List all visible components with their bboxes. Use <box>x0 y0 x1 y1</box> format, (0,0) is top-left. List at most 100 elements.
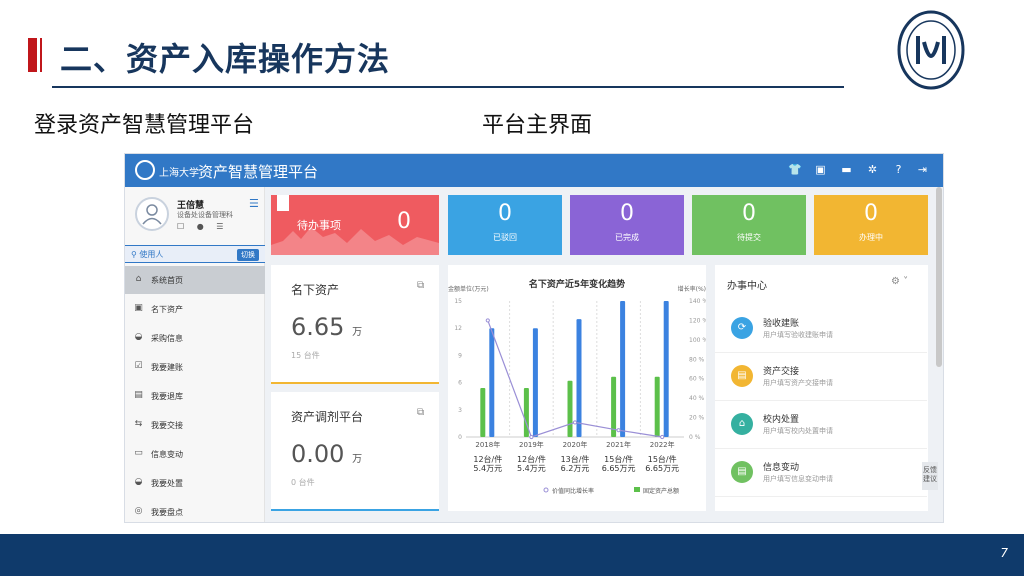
data-label: 5.4万元 <box>473 464 502 473</box>
x-tick-label: 2022年 <box>650 440 675 449</box>
bug-icon[interactable]: ✲ <box>866 163 879 176</box>
settings-dropdown-icon[interactable]: ⚙ ˅ <box>891 276 908 287</box>
stat-completed[interactable]: 0 已完成 <box>570 195 684 255</box>
bar-count <box>620 301 626 437</box>
y-left-tick: 12 <box>454 325 462 332</box>
transfer-value: 0.00 万 <box>291 440 363 468</box>
y-left-tick: 15 <box>454 298 462 305</box>
avatar[interactable] <box>135 197 169 231</box>
external-link-icon[interactable]: ⧉ <box>417 407 424 418</box>
handle-item-handover[interactable]: ▤ 资产交接 用户填写资产交接申请 <box>715 355 927 401</box>
menu-toggle-icon[interactable]: ☰ <box>249 197 259 210</box>
user-action-icons[interactable]: ☐ ● ☰ <box>177 222 228 231</box>
handover-icon: ⇆ <box>134 419 143 429</box>
asset-trend-chart: 名下资产近5年变化趋势金额单位(万元) 增长率(%) 0 3 6 9 12 15 0 % 20 %… <box>448 278 708 495</box>
chart-y-left-label: 金额单位(万元) <box>448 285 489 293</box>
box-icon[interactable]: ▣ <box>814 163 827 176</box>
legend-total: 固定资产总额 <box>643 487 679 495</box>
legend-line-marker <box>543 487 549 493</box>
y-right-tick: 20 % <box>689 415 705 422</box>
title-accent-bar <box>28 38 44 72</box>
sidebar-item-my-assets[interactable]: ▣ 名下资产 <box>125 295 265 323</box>
y-right-tick: 0 % <box>689 434 701 441</box>
todo-label: 待办事项 <box>297 219 341 232</box>
x-tick-label: 2019年 <box>519 440 544 449</box>
transfer-count: 0 台件 <box>291 478 315 487</box>
bar-total <box>654 376 660 437</box>
checkbox-icon: ☑ <box>134 361 143 371</box>
role-row: ⚲ 使用人 切换 <box>125 245 265 263</box>
inventory-icon: ◎ <box>134 506 143 516</box>
handle-item-disposal[interactable]: ⌂ 校内处置 用户填写校内处置申请 <box>715 403 927 449</box>
legend-growth: 价值同比增长率 <box>552 487 594 495</box>
slide-title: 二、资产入库操作方法 <box>60 40 391 78</box>
title-divider <box>52 86 844 88</box>
y-left-tick: 3 <box>458 407 462 414</box>
my-assets-value: 6.65 万 <box>291 313 363 341</box>
subtitle-login: 登录资产智慧管理平台 <box>34 113 255 138</box>
sidebar-item-handover[interactable]: ⇆ 我要交接 <box>125 411 265 439</box>
shirt-icon[interactable]: 👕 <box>788 163 802 176</box>
my-assets-panel: 名下资产 ⧉ 6.65 万 15 台件 <box>271 265 439 384</box>
app-logo-icon <box>135 160 155 180</box>
my-assets-title: 名下资产 <box>291 283 340 297</box>
help-icon[interactable]: ? <box>892 163 905 176</box>
sidebar-item-inventory[interactable]: ◎ 我要盘点 <box>125 498 265 522</box>
y-left-tick: 9 <box>458 352 462 359</box>
growth-line <box>487 320 663 438</box>
purchase-icon: ◒ <box>134 332 143 342</box>
subtitle-main-interface: 平台主界面 <box>482 113 593 138</box>
growth-point <box>572 420 578 425</box>
shanghai-university-logo <box>897 10 965 90</box>
stat-in-progress[interactable]: 0 办理中 <box>814 195 928 255</box>
role-switch-button[interactable]: 切换 <box>237 249 259 261</box>
stat-rejected[interactable]: 0 已驳回 <box>448 195 562 255</box>
app-screenshot: 上海大学 资产智慧管理平台 👕 ▣ ▬ ✲ ? ⇥ 王倍慧 设备处设备管理科 ☐… <box>124 153 944 523</box>
home-icon: ⌂ <box>135 274 142 284</box>
stat-pending-submit[interactable]: 0 待提交 <box>692 195 806 255</box>
data-label: 6.65万元 <box>602 464 636 473</box>
x-tick-label: 2020年 <box>563 440 588 449</box>
info-change-icon: ▤ <box>731 461 753 483</box>
sidebar: 王倍慧 设备处设备管理科 ☐ ● ☰ ☰ ⚲ 使用人 切换 ⌂ 系统首页 ▣ 名下资… <box>125 187 265 522</box>
handle-item-acceptance[interactable]: ⟳ 验收建账 用户填写验收建账申请 <box>715 307 927 353</box>
sidebar-item-return[interactable]: ▤ 我要退库 <box>125 382 265 410</box>
acceptance-icon: ⟳ <box>731 317 753 339</box>
app-title: 资产智慧管理平台 <box>198 163 319 181</box>
transfer-platform-panel: 资产调剂平台 ⧉ 0.00 万 0 台件 <box>271 392 439 511</box>
logout-icon[interactable]: ⇥ <box>916 163 929 176</box>
sidebar-item-home[interactable]: ⌂ 系统首页 <box>125 266 265 294</box>
data-label: 15台/件 <box>648 454 677 464</box>
growth-point <box>485 318 490 323</box>
asset-trend-chart-panel: 名下资产近5年变化趋势 金额单位(万元) 增长率(%) 0 3 6 9 12 15 0 % 20 %… <box>448 265 708 511</box>
bar-count <box>576 319 582 437</box>
todo-card[interactable]: 待办事项 0 <box>271 195 439 255</box>
app-brand: 上海大学 <box>159 168 199 179</box>
slide-footer: 7 <box>0 534 1024 576</box>
sidebar-item-purchase[interactable]: ◒ 采购信息 <box>125 324 265 352</box>
data-label: 12台/件 <box>517 454 546 464</box>
external-link-icon[interactable]: ⧉ <box>417 280 424 291</box>
bar-total <box>567 380 573 437</box>
y-right-tick: 140 % <box>689 298 706 305</box>
handling-center-panel: 办事中心 ⚙ ˅ ⟳ 验收建账 用户填写验收建账申请 ▤ 资产交接 用户填写资产交接… <box>715 265 928 511</box>
scrollbar[interactable] <box>936 187 942 367</box>
sidebar-item-create-account[interactable]: ☑ 我要建账 <box>125 353 265 381</box>
handle-item-info-change[interactable]: ▤ 信息变动 用户填写信息变动申请 <box>715 451 927 497</box>
info-icon: ▭ <box>134 448 143 458</box>
bar-count <box>663 301 669 437</box>
data-label: 6.2万元 <box>561 464 590 473</box>
disposal-icon: ◒ <box>134 477 143 487</box>
sidebar-item-info-change[interactable]: ▭ 信息变动 <box>125 440 265 468</box>
legend-bar-marker <box>634 487 640 492</box>
handling-center-title: 办事中心 <box>727 281 767 292</box>
message-icon[interactable]: ▬ <box>840 163 853 176</box>
growth-point <box>660 434 665 440</box>
bar-count <box>489 328 495 437</box>
growth-point <box>616 428 621 433</box>
chart-title: 名下资产近5年变化趋势 <box>529 278 625 290</box>
sidebar-item-disposal[interactable]: ◒ 我要处置 <box>125 469 265 497</box>
feedback-button[interactable]: 反馈建议 <box>922 462 938 490</box>
handover-icon: ▤ <box>731 365 753 387</box>
app-topbar: 上海大学 资产智慧管理平台 👕 ▣ ▬ ✲ ? ⇥ <box>125 154 943 187</box>
